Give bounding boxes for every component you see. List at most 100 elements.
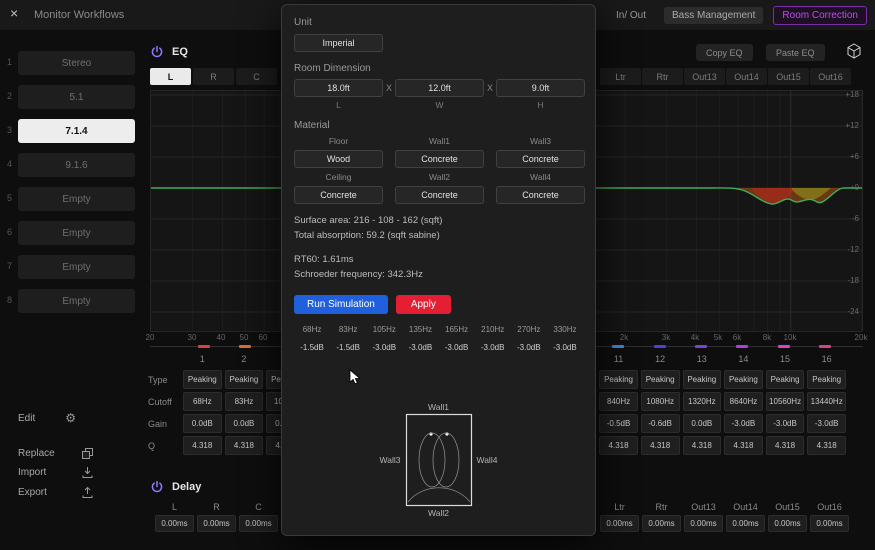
tab-bass-management[interactable]: Bass Management <box>664 7 763 24</box>
dimension-width-input[interactable]: 12.0ft <box>395 79 484 97</box>
eq-channel-tab-out15[interactable]: Out15 <box>768 68 809 85</box>
preset-5-1[interactable]: 5.1 <box>18 85 135 109</box>
preset-number: 3 <box>7 125 12 135</box>
export-icon[interactable] <box>82 487 93 498</box>
eq-channel-tab-out16[interactable]: Out16 <box>810 68 851 85</box>
band-cutoff[interactable]: 83Hz <box>225 392 264 411</box>
correction-gain: -3.0dB <box>402 341 438 355</box>
paste-eq-button[interactable]: Paste EQ <box>766 44 825 61</box>
band-gain[interactable]: -3.0dB <box>766 414 805 433</box>
band-cutoff[interactable]: 68Hz <box>183 392 222 411</box>
band-number[interactable]: 13 <box>683 353 722 365</box>
delay-value[interactable]: 0.00ms <box>684 515 723 532</box>
tab-room-correction[interactable]: Room Correction <box>773 6 867 25</box>
band-cutoff[interactable]: 840Hz <box>599 392 638 411</box>
import-icon[interactable] <box>82 467 93 478</box>
eq-channel-tab-l[interactable]: L <box>150 68 191 85</box>
band-gain[interactable]: 0.0dB <box>225 414 264 433</box>
band-type[interactable]: Peaking <box>183 370 222 389</box>
band-gain[interactable]: 0.0dB <box>183 414 222 433</box>
band-number[interactable]: 16 <box>807 353 846 365</box>
delay-value[interactable]: 0.00ms <box>726 515 765 532</box>
apply-button[interactable]: Apply <box>396 295 451 314</box>
export-action[interactable]: Export <box>18 487 93 498</box>
preset-empty[interactable]: Empty <box>18 187 135 211</box>
material-select-wall3[interactable]: Concrete <box>496 150 585 168</box>
material-select-wall4[interactable]: Concrete <box>496 186 585 204</box>
band-q[interactable]: 4.318 <box>599 436 638 455</box>
eq-channel-tab-out14[interactable]: Out14 <box>726 68 767 85</box>
band-number[interactable]: 14 <box>724 353 763 365</box>
copy-eq-button[interactable]: Copy EQ <box>696 44 753 61</box>
band-type[interactable]: Peaking <box>766 370 805 389</box>
eq-channel-tab-ltr[interactable]: Ltr <box>600 68 641 85</box>
preset-empty[interactable]: Empty <box>18 255 135 279</box>
dimension-height-input[interactable]: 9.0ft <box>496 79 585 97</box>
power-icon[interactable] <box>150 45 164 59</box>
dimension-length-input[interactable]: 18.0ft <box>294 79 383 97</box>
band-type[interactable]: Peaking <box>683 370 722 389</box>
band-q[interactable]: 4.318 <box>183 436 222 455</box>
preset-7-1-4[interactable]: 7.1.4 <box>18 119 135 143</box>
preset-empty[interactable]: Empty <box>18 221 135 245</box>
band-cutoff[interactable]: 10560Hz <box>766 392 805 411</box>
preset-stereo[interactable]: Stereo <box>18 51 135 75</box>
band-number[interactable]: 15 <box>766 353 805 365</box>
band-cutoff[interactable]: 1080Hz <box>641 392 680 411</box>
band-gain[interactable]: 0.0dB <box>683 414 722 433</box>
tab-in-out[interactable]: In/ Out <box>608 7 654 24</box>
band-cutoff[interactable]: 1320Hz <box>683 392 722 411</box>
band-type[interactable]: Peaking <box>225 370 264 389</box>
eq-channel-tab-r[interactable]: R <box>193 68 234 85</box>
delay-value[interactable]: 0.00ms <box>642 515 681 532</box>
duplicate-icon[interactable] <box>82 448 93 459</box>
delay-value[interactable]: 0.00ms <box>239 515 278 532</box>
preset-number: 2 <box>7 91 12 101</box>
run-simulation-button[interactable]: Run Simulation <box>294 295 388 314</box>
material-select-wall2[interactable]: Concrete <box>395 186 484 204</box>
eq-channel-tab-rtr[interactable]: Rtr <box>642 68 683 85</box>
band-q[interactable]: 4.318 <box>225 436 264 455</box>
band-type[interactable]: Peaking <box>724 370 763 389</box>
gear-icon[interactable]: ⚙ <box>65 411 76 425</box>
delay-value[interactable]: 0.00ms <box>768 515 807 532</box>
band-q[interactable]: 4.318 <box>766 436 805 455</box>
cube-3d-icon[interactable] <box>845 42 863 65</box>
material-select-floor[interactable]: Wood <box>294 150 383 168</box>
band-number[interactable]: 11 <box>599 353 638 365</box>
preset-empty[interactable]: Empty <box>18 289 135 313</box>
delay-channel-label: Out13 <box>684 502 723 515</box>
unit-select[interactable]: Imperial <box>294 34 383 52</box>
band-gain[interactable]: -3.0dB <box>807 414 846 433</box>
delay-value[interactable]: 0.00ms <box>600 515 639 532</box>
band-number[interactable]: 1 <box>183 353 222 365</box>
band-cutoff[interactable]: 13440Hz <box>807 392 846 411</box>
eq-channel-tab-out13[interactable]: Out13 <box>684 68 725 85</box>
band-q[interactable]: 4.318 <box>724 436 763 455</box>
band-gain[interactable]: -3.0dB <box>724 414 763 433</box>
band-q[interactable]: 4.318 <box>641 436 680 455</box>
edit-action[interactable]: Edit ⚙ <box>18 411 76 425</box>
band-gain[interactable]: -0.6dB <box>641 414 680 433</box>
band-type[interactable]: Peaking <box>807 370 846 389</box>
band-q[interactable]: 4.318 <box>683 436 722 455</box>
preset-row: 7Empty <box>0 254 145 288</box>
power-icon[interactable] <box>150 480 164 494</box>
material-select-wall1[interactable]: Concrete <box>395 150 484 168</box>
band-cutoff[interactable]: 8640Hz <box>724 392 763 411</box>
material-select-ceiling[interactable]: Concrete <box>294 186 383 204</box>
replace-action[interactable]: Replace <box>18 448 93 459</box>
band-q[interactable]: 4.318 <box>807 436 846 455</box>
import-action[interactable]: Import <box>18 467 93 478</box>
band-type[interactable]: Peaking <box>599 370 638 389</box>
band-gain[interactable]: -0.5dB <box>599 414 638 433</box>
band-number[interactable]: 12 <box>641 353 680 365</box>
band-number[interactable]: 2 <box>225 353 264 365</box>
delay-value[interactable]: 0.00ms <box>197 515 236 532</box>
delay-value[interactable]: 0.00ms <box>810 515 849 532</box>
band-type[interactable]: Peaking <box>641 370 680 389</box>
preset-9-1-6[interactable]: 9.1.6 <box>18 153 135 177</box>
close-icon[interactable]: × <box>10 5 18 21</box>
eq-channel-tab-c[interactable]: C <box>236 68 277 85</box>
delay-value[interactable]: 0.00ms <box>155 515 194 532</box>
